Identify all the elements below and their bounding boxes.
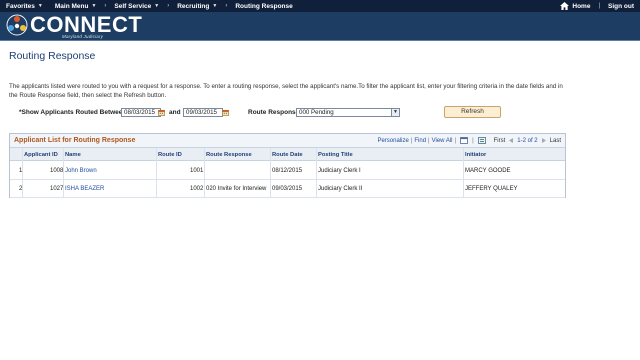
chevron-down-icon: ▼ xyxy=(37,3,43,9)
breadcrumb-label: Recruiting xyxy=(177,2,210,10)
breadcrumb-label: Routing Response xyxy=(235,2,293,10)
favorites-label: Favorites xyxy=(6,2,35,10)
col-header-route-date[interactable]: Route Date xyxy=(272,149,303,161)
first-label[interactable]: First xyxy=(494,138,506,144)
logo-wordmark: CONNECT xyxy=(30,12,143,37)
breadcrumb-separator: › xyxy=(167,3,170,9)
calendar-icon[interactable] xyxy=(158,109,165,116)
route-date-cell: 09/03/2015 xyxy=(272,186,303,192)
main-menu[interactable]: Main Menu ▼ xyxy=(49,3,103,10)
toolbar-separator: | xyxy=(410,137,413,144)
app-header: CONNECT Maryland Judiciary xyxy=(0,12,640,41)
posting-title-cell: Judiciary Clerk I xyxy=(318,168,361,174)
and-label: and xyxy=(169,109,181,116)
chevron-down-icon: ▼ xyxy=(212,3,218,9)
applicant-name-link[interactable]: John Brown xyxy=(65,162,97,180)
col-header-applicant-id[interactable]: Applicant ID xyxy=(24,149,58,161)
grid-title: Applicant List for Routing Response xyxy=(14,137,136,144)
personalize-link[interactable]: Personalize xyxy=(377,138,408,144)
route-date-cell: 08/12/2015 xyxy=(272,168,303,174)
breadcrumb-label: Self Service xyxy=(114,2,152,10)
page-range: 1-2 of 2 xyxy=(517,137,538,144)
row-number: 1 xyxy=(19,168,23,174)
chevron-down-icon: ▼ xyxy=(91,3,97,9)
breadcrumb-separator: › xyxy=(104,3,107,9)
posting-title-cell: Judiciary Clerk II xyxy=(318,186,363,192)
find-link[interactable]: Find xyxy=(414,138,426,144)
date-to-field[interactable]: 09/03/2015 xyxy=(183,108,223,117)
connect-logo-icon xyxy=(6,14,28,36)
page-title: Routing Response xyxy=(9,50,96,62)
date-from-value: 08/03/2015 xyxy=(124,109,155,116)
col-header-route-response[interactable]: Route Response xyxy=(206,149,252,161)
table-row: 1 1008 John Brown 1001 08/12/2015 Judici… xyxy=(10,162,565,180)
calendar-icon[interactable] xyxy=(222,109,229,116)
applicant-grid: Applicant List for Routing Response Pers… xyxy=(9,133,566,198)
applicant-id-cell: 1027 xyxy=(50,186,64,192)
chevron-down-icon: ▼ xyxy=(154,3,160,9)
toolbar-separator: | xyxy=(472,137,474,144)
logo-subtitle: Maryland Judiciary xyxy=(62,34,104,39)
table-row: 2 1027 ISHA BEAZER 1002 020 Invite for I… xyxy=(10,180,565,198)
home-link[interactable]: Home xyxy=(554,2,596,10)
nav-separator: | xyxy=(598,3,600,9)
initiator-cell: JEFFERY QUALEY xyxy=(465,186,518,192)
date-to-value: 09/03/2015 xyxy=(186,109,217,116)
top-nav-bar: Favorites ▼ Main Menu ▼ › Self Service ▼… xyxy=(0,0,640,12)
last-label[interactable]: Last xyxy=(550,138,561,144)
col-header-initiator[interactable]: Initiator xyxy=(465,149,486,161)
route-response-cell: 020 Invite for Interview xyxy=(206,186,267,192)
sign-out-link[interactable]: Sign out xyxy=(602,3,640,10)
col-header-route-id[interactable]: Route ID xyxy=(158,149,182,161)
date-from-field[interactable]: 08/03/2015 xyxy=(121,108,161,117)
col-header-name[interactable]: Name xyxy=(65,149,81,161)
breadcrumb-routing-response[interactable]: Routing Response xyxy=(229,3,298,10)
home-icon xyxy=(560,2,570,10)
instructions-text: The applicants listed were routed to you… xyxy=(9,83,563,99)
main-menu-label: Main Menu xyxy=(54,2,89,10)
dropdown-arrow-icon: ▼ xyxy=(391,109,399,116)
zoom-icon[interactable] xyxy=(460,137,468,144)
breadcrumb-recruiting[interactable]: Recruiting ▼ xyxy=(171,3,223,10)
applicant-id-cell: 1008 xyxy=(50,168,64,174)
first-arrow-icon[interactable] xyxy=(507,137,515,144)
grid-header-bar: Applicant List for Routing Response Pers… xyxy=(10,134,565,148)
route-response-value: 000 Pending xyxy=(299,109,334,116)
sign-out-label: Sign out xyxy=(608,2,634,10)
show-applicants-label: *Show Applicants Routed Between xyxy=(19,109,127,116)
home-label: Home xyxy=(572,2,591,10)
col-header-posting-title[interactable]: Posting Title xyxy=(318,149,353,161)
toolbar-separator: | xyxy=(428,137,430,144)
refresh-button[interactable]: Refresh xyxy=(444,106,501,118)
applicant-name-link[interactable]: ISHA BEAZER xyxy=(65,180,104,198)
row-number: 2 xyxy=(19,186,23,192)
favorites-menu[interactable]: Favorites ▼ xyxy=(0,3,49,10)
route-response-select[interactable]: 000 Pending ▼ xyxy=(296,108,400,117)
grid-toolbar: Personalize | Find | View All | | First … xyxy=(377,137,561,144)
view-all-link[interactable]: View All xyxy=(432,138,453,144)
route-id-cell: 1002 xyxy=(190,186,204,192)
initiator-cell: MARCY GOODE xyxy=(465,168,511,174)
download-icon[interactable] xyxy=(477,137,486,144)
route-id-cell: 1001 xyxy=(190,168,204,174)
connect-logo: CONNECT xyxy=(6,14,142,36)
breadcrumb-separator: › xyxy=(225,3,228,9)
toolbar-separator: | xyxy=(454,137,457,144)
breadcrumb-self-service[interactable]: Self Service ▼ xyxy=(108,3,165,10)
route-response-label: Route Response xyxy=(248,109,300,116)
last-arrow-icon[interactable] xyxy=(540,137,548,144)
